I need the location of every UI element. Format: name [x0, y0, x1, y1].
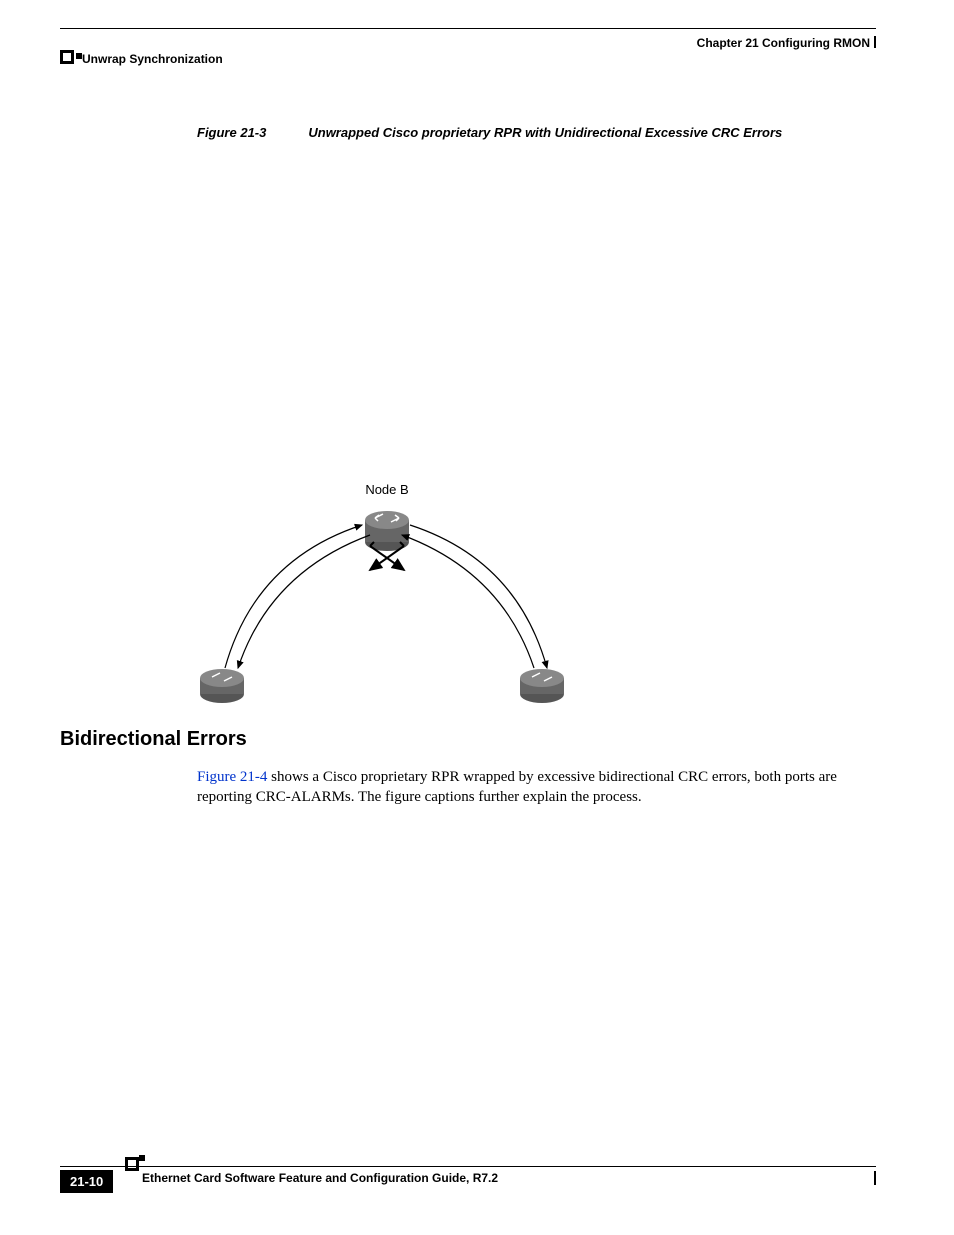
header-chapter: Chapter 21 Configuring RMON	[697, 36, 870, 50]
footer-rule	[60, 1166, 876, 1167]
footer-marker-dot	[139, 1155, 145, 1161]
router-icon	[200, 669, 244, 703]
node-b-label: Node B	[365, 482, 408, 497]
footer-guide-title: Ethernet Card Software Feature and Confi…	[142, 1171, 498, 1185]
body-paragraph: Figure 21-4 shows a Cisco proprietary RP…	[197, 767, 876, 808]
header-end-bar	[874, 36, 876, 48]
header-section: Unwrap Synchronization	[82, 52, 223, 66]
router-icon	[520, 669, 564, 703]
section-heading: Bidirectional Errors	[60, 728, 247, 751]
figure-title: Unwrapped Cisco proprietary RPR with Uni…	[308, 125, 782, 140]
figure-reference-link[interactable]: Figure 21-4	[197, 769, 267, 785]
page-number: 21-10	[60, 1170, 113, 1193]
section-marker-dot	[76, 53, 82, 59]
header-rule	[60, 28, 876, 29]
figure-number: Figure 21-3	[197, 125, 266, 140]
figure-diagram: Node B	[170, 480, 600, 720]
section-marker-icon-inner	[63, 53, 71, 61]
figure-caption: Figure 21-3 Unwrapped Cisco proprietary R…	[197, 125, 782, 140]
paragraph-text: shows a Cisco proprietary RPR wrapped by…	[197, 769, 837, 805]
footer-end-bar	[874, 1171, 876, 1185]
